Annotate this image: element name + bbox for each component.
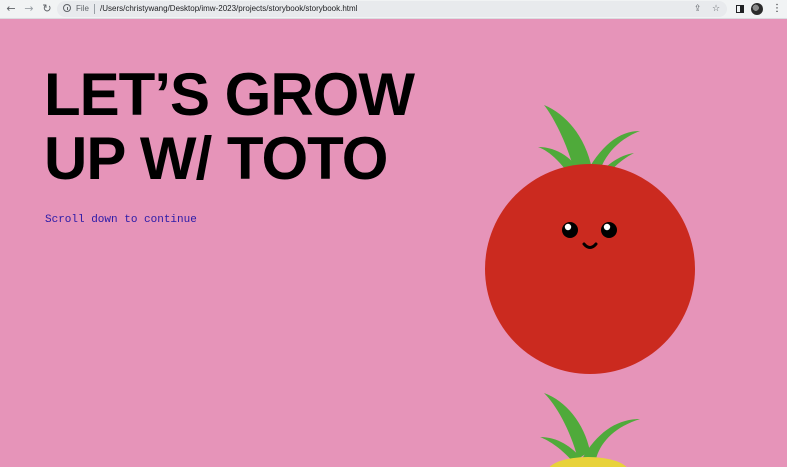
scheme-label: File	[76, 4, 89, 13]
browser-toolbar: ← → ↻ File /Users/christywang/Desktop/im…	[0, 0, 787, 19]
star-icon[interactable]: ☆	[712, 2, 720, 16]
info-icon[interactable]	[63, 4, 71, 12]
address-separator	[94, 4, 95, 14]
reload-icon[interactable]: ↻	[40, 2, 54, 16]
second-fruit-leaves	[540, 393, 640, 463]
back-arrow-icon[interactable]: ←	[4, 2, 18, 16]
tomato-illustration	[485, 105, 695, 467]
side-panel-icon[interactable]	[736, 5, 744, 13]
url-text[interactable]: /Users/christywang/Desktop/imw-2023/proj…	[100, 3, 357, 15]
second-fruit-body	[549, 457, 627, 467]
tomato-body	[485, 164, 695, 374]
share-icon[interactable]: ⇪	[694, 2, 702, 16]
forward-arrow-icon[interactable]: →	[22, 2, 36, 16]
profile-avatar[interactable]	[751, 3, 763, 15]
storybook-page: LET’S GROW UP W/ TOTO Scroll down to con…	[0, 19, 787, 467]
more-vert-icon[interactable]: ⋮	[772, 2, 782, 16]
address-bar[interactable]: File /Users/christywang/Desktop/imw-2023…	[57, 1, 727, 17]
